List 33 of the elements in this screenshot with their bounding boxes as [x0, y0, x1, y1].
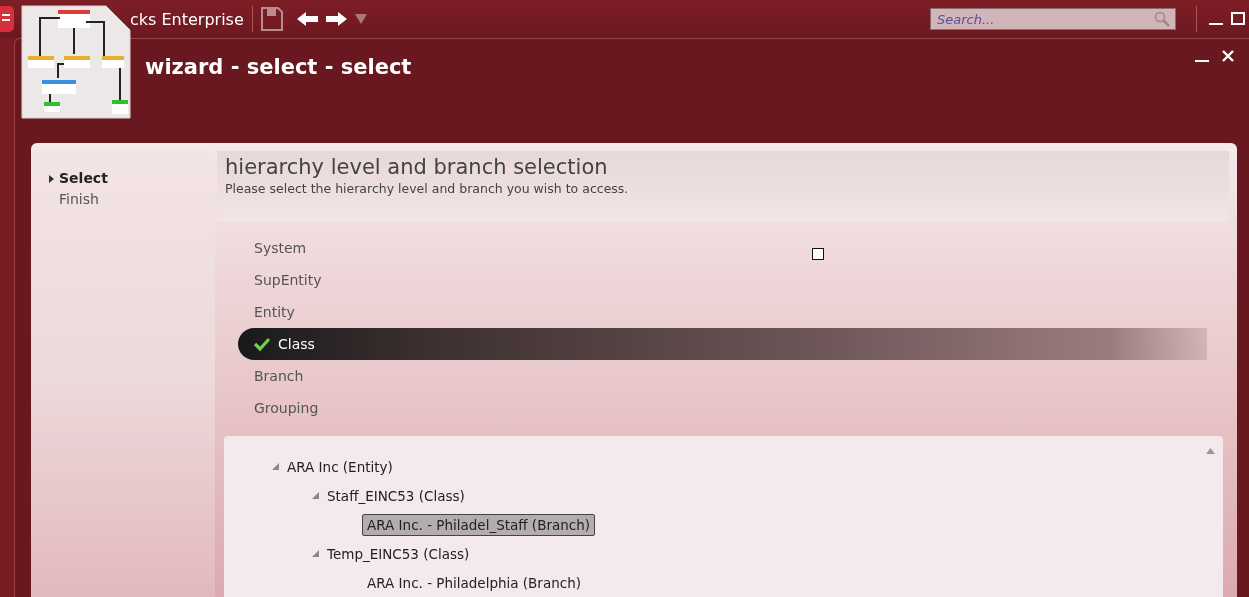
level-option[interactable]: System — [238, 232, 1207, 264]
tree-item[interactable]: Temp_EINC53 (Class) — [322, 542, 475, 565]
org-chart-icon — [20, 4, 132, 120]
page-description: Please select the hierarchy level and branch you wish to access. — [225, 181, 630, 196]
square-icon — [812, 248, 824, 260]
logo-icon — [0, 6, 14, 32]
level-option[interactable]: Branch — [238, 360, 1207, 392]
level-option[interactable]: Class — [238, 328, 1207, 360]
tree-item[interactable]: ARA Inc (Entity) — [282, 455, 398, 478]
wizard-step[interactable]: Select — [49, 167, 215, 188]
expanded-arrow-icon[interactable] — [311, 550, 319, 557]
close-icon[interactable] — [1221, 49, 1235, 63]
save-icon[interactable] — [260, 7, 283, 31]
level-option[interactable]: Entity — [238, 296, 1207, 328]
scroll-up-icon[interactable] — [1206, 448, 1215, 454]
check-icon — [254, 337, 270, 351]
maximize-icon[interactable] — [1231, 12, 1245, 26]
search-field[interactable]: Search... — [930, 8, 1176, 30]
tree-item[interactable]: ARA Inc. - Philadelphia (Branch) — [362, 571, 586, 594]
tree-item[interactable]: ARA Inc. - Philadel_Staff (Branch) — [362, 513, 596, 536]
back-arrow-icon[interactable] — [296, 11, 319, 27]
window-title: wizard - select - select — [145, 55, 412, 79]
dropdown-caret-icon[interactable] — [354, 13, 367, 25]
wizard-step[interactable]: Finish — [49, 188, 215, 209]
expanded-arrow-icon[interactable] — [271, 463, 279, 470]
level-option[interactable]: Grouping — [238, 392, 1207, 424]
page-heading: hierarchy level and branch selection — [225, 155, 609, 179]
tree-item[interactable]: Staff_EINC53 (Class) — [322, 484, 470, 507]
app-title: cks Enterprise — [130, 9, 244, 29]
level-option[interactable]: SupEntity — [238, 264, 1207, 296]
expanded-arrow-icon[interactable] — [311, 492, 319, 499]
forward-arrow-icon[interactable] — [324, 11, 347, 27]
current-step-arrow-icon — [49, 174, 54, 183]
